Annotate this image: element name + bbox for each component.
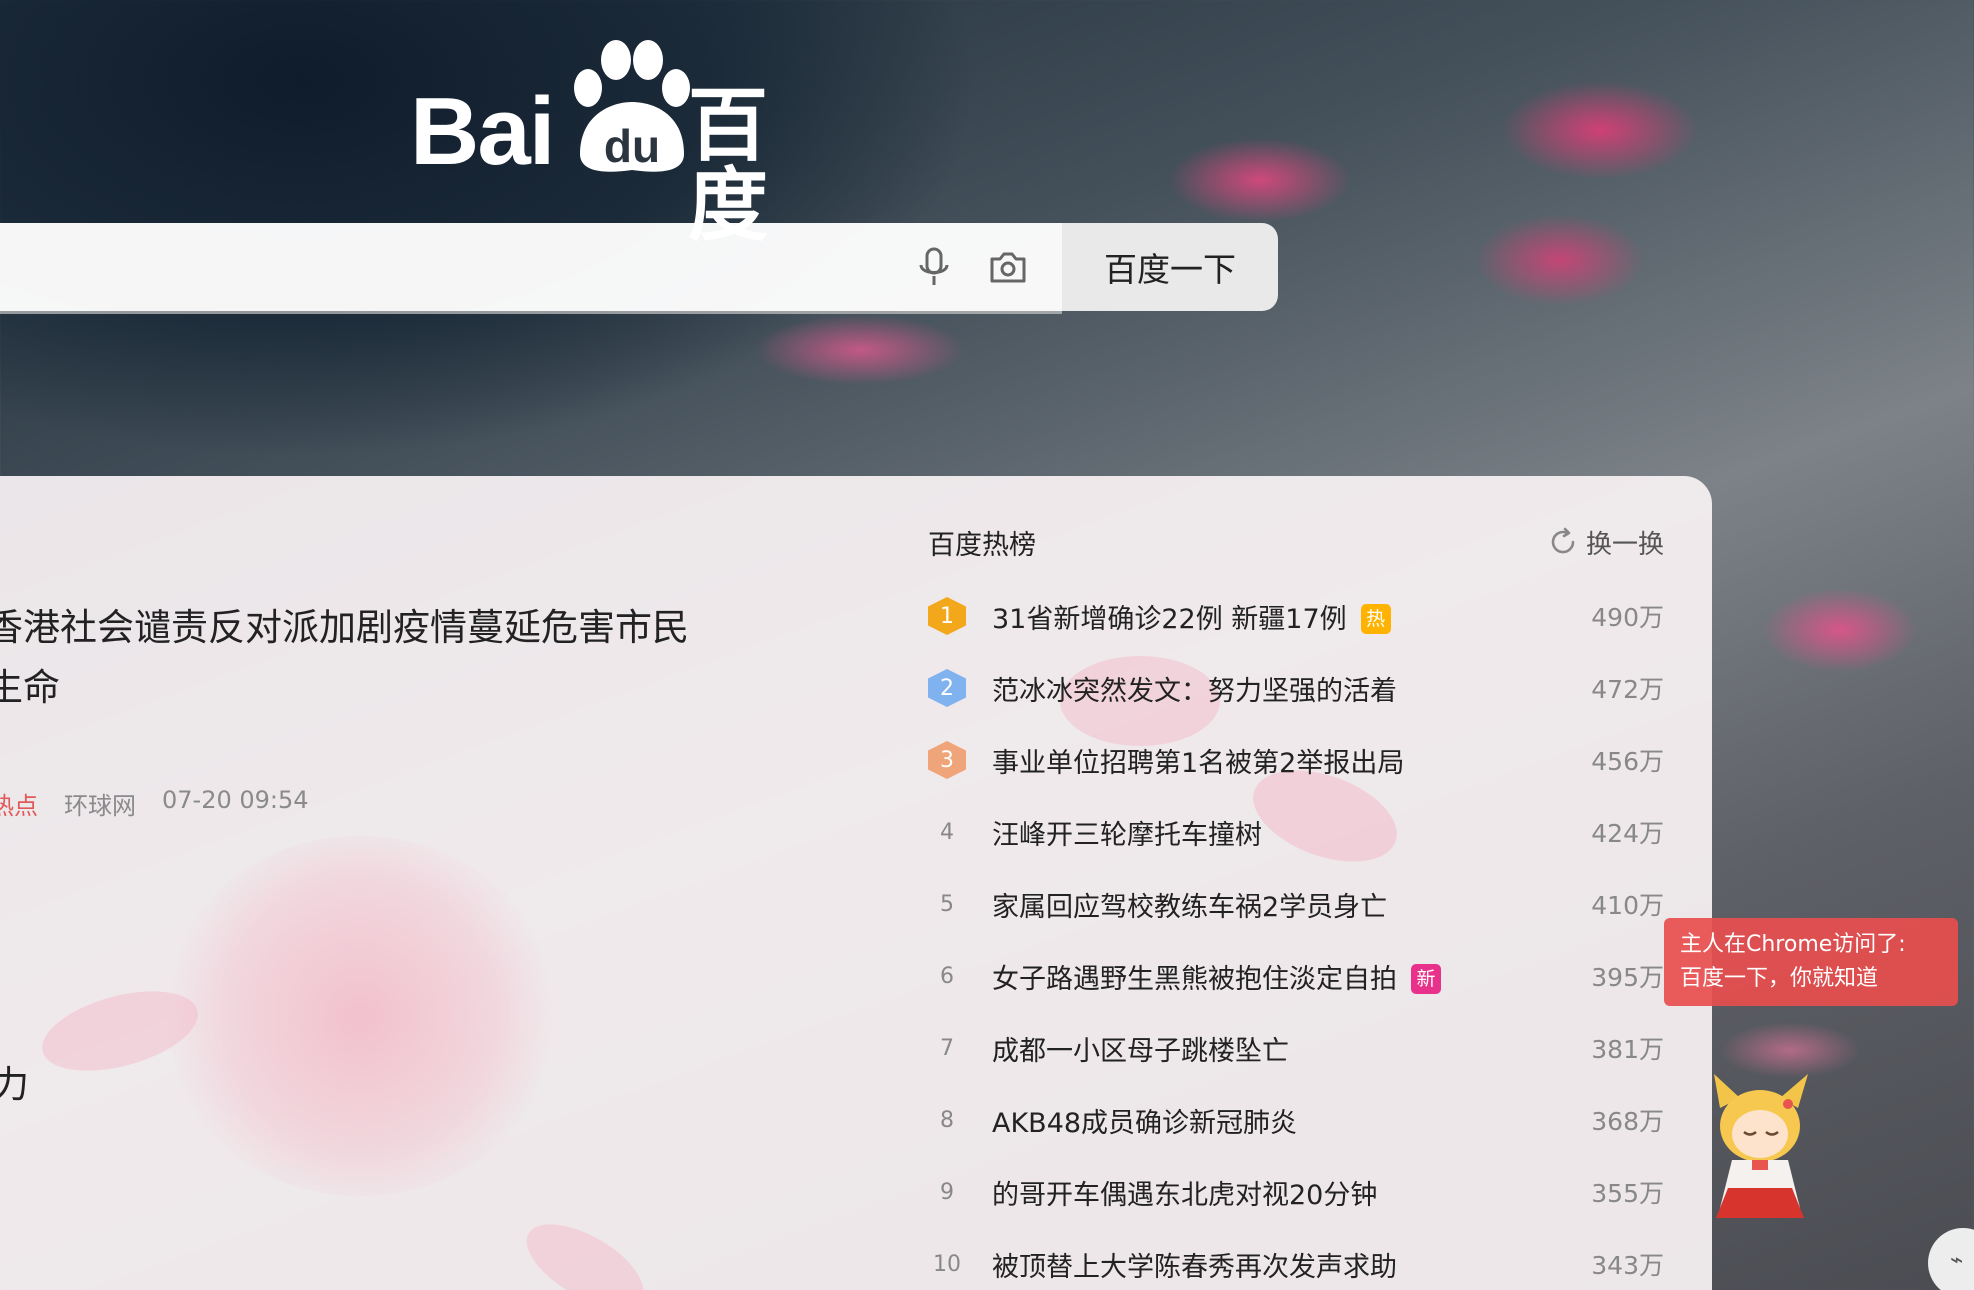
hot-item-text[interactable]: 女子路遇野生黑熊被抱住淡定自拍: [992, 964, 1397, 995]
hot-list-item[interactable]: 10 被顶替上大学陈春秀再次发声求助 343万: [928, 1228, 1664, 1290]
hot-list-item[interactable]: 5 家属回应驾校教练车祸2学员身亡 410万: [928, 868, 1664, 940]
hot-item-text[interactable]: 范冰冰突然发文：努力坚强的活着: [992, 676, 1397, 707]
baidu-logo[interactable]: Bai du 百度: [410, 36, 840, 246]
search-input[interactable]: [0, 223, 1062, 311]
hot-item-text[interactable]: AKB48成员确诊新冠肺炎: [992, 1108, 1297, 1139]
news-time: 07-20 09:54: [162, 786, 309, 814]
bubble-line-1: 主人在Chrome访问了:: [1680, 932, 1906, 957]
rank-number: 6: [940, 963, 954, 989]
hot-list-item[interactable]: 4 汪峰开三轮摩托车撞树 424万: [928, 796, 1664, 868]
rank-number: 7: [940, 1035, 954, 1061]
rank-number: 5: [940, 891, 954, 917]
hot-badge: 热: [1360, 603, 1391, 634]
refresh-label: 换一换: [1585, 529, 1664, 560]
refresh-icon: [1551, 527, 1575, 554]
background-petal: [513, 1207, 657, 1290]
bubble-line-2: 百度一下，你就知道: [1680, 966, 1879, 991]
news-headline[interactable]: 香港社会谴责反对派加剧疫情蔓延危害市民生命: [0, 598, 706, 718]
hot-item-text[interactable]: 成都一小区母子跳楼坠亡: [992, 1036, 1289, 1067]
rank-number: 10: [933, 1251, 961, 1277]
hot-list-item[interactable]: 7 成都一小区母子跳楼坠亡 381万: [928, 1012, 1664, 1084]
content-card: 香港社会谴责反对派加剧疫情蔓延危害市民生命 热点 环球网 07-20 09:54…: [0, 476, 1712, 1290]
hot-item-heat: 355万: [1591, 1179, 1664, 1208]
hot-list-item[interactable]: 2 范冰冰突然发文：努力坚强的活着 472万: [928, 652, 1664, 724]
news-headline-fragment[interactable]: 力: [0, 1054, 29, 1108]
camera-icon[interactable]: [986, 245, 1030, 289]
refresh-button[interactable]: 换一换: [1548, 524, 1664, 561]
news-tag: 热点: [0, 792, 38, 820]
rank-badge: 1: [928, 597, 966, 635]
logo-chinese-text: 百度: [688, 79, 768, 252]
hot-item-text[interactable]: 31省新增确诊22例 新疆17例: [992, 604, 1347, 635]
background-rose: [160, 836, 560, 1196]
hot-list-item[interactable]: 8 AKB48成员确诊新冠肺炎 368万: [928, 1084, 1664, 1156]
hot-list-header: 百度热榜 换一换: [928, 522, 1664, 562]
hot-list-title[interactable]: 百度热榜: [928, 523, 1036, 562]
hot-item-text[interactable]: 家属回应驾校教练车祸2学员身亡: [992, 892, 1387, 923]
corner-floating-button[interactable]: ⌁: [1928, 1228, 1974, 1290]
hot-item-heat: 424万: [1591, 819, 1664, 848]
paw-logo-icon: du: [574, 40, 690, 172]
search-bar: 百度一下: [0, 223, 1278, 311]
hot-item-heat: 456万: [1591, 747, 1664, 776]
hot-item-heat: 343万: [1591, 1251, 1664, 1280]
hot-list-item[interactable]: 6 女子路遇野生黑熊被抱住淡定自拍新 395万: [928, 940, 1664, 1012]
hot-item-text[interactable]: 事业单位招聘第1名被第2举报出局: [992, 748, 1404, 779]
hot-list-item[interactable]: 3 事业单位招聘第1名被第2举报出局 456万: [928, 724, 1664, 796]
hot-item-heat: 381万: [1591, 1035, 1664, 1064]
rank-badge: 3: [928, 741, 966, 779]
hot-list-item[interactable]: 9 的哥开车偶遇东北虎对视20分钟 355万: [928, 1156, 1664, 1228]
hot-list: 1 31省新增确诊22例 新疆17例热 490万 2 范冰冰突然发文：努力坚强的…: [928, 580, 1664, 1290]
rank-badge: 2: [928, 669, 966, 707]
hot-item-heat: 395万: [1591, 963, 1664, 992]
hot-item-text[interactable]: 汪峰开三轮摩托车撞树: [992, 820, 1262, 851]
mascot-avatar[interactable]: [1700, 1068, 1820, 1228]
news-source[interactable]: 环球网: [64, 786, 136, 821]
rank-number: 8: [940, 1107, 954, 1133]
new-badge: 新: [1411, 963, 1441, 994]
news-meta: 热点 环球网 07-20 09:54: [0, 786, 309, 821]
hot-item-text[interactable]: 被顶替上大学陈春秀再次发声求助: [992, 1252, 1397, 1283]
hot-list-item[interactable]: 1 31省新增确诊22例 新疆17例热 490万: [928, 580, 1664, 652]
hot-item-heat: 490万: [1591, 603, 1664, 632]
rank-number: 9: [940, 1179, 954, 1205]
corner-button-glyph: ⌁: [1950, 1248, 1964, 1273]
microphone-icon[interactable]: [912, 245, 956, 289]
search-tools: [912, 223, 1030, 311]
logo-latin-text: Bai: [410, 78, 555, 185]
search-button[interactable]: 百度一下: [1062, 223, 1278, 311]
paw-logo-text: du: [604, 120, 660, 172]
rank-number: 4: [940, 819, 954, 845]
mascot-message-bubble: 主人在Chrome访问了: 百度一下，你就知道: [1664, 918, 1958, 1006]
hot-item-heat: 410万: [1591, 891, 1664, 920]
hot-item-heat: 368万: [1591, 1107, 1664, 1136]
hot-item-heat: 472万: [1591, 675, 1664, 704]
hot-item-text[interactable]: 的哥开车偶遇东北虎对视20分钟: [992, 1180, 1377, 1211]
